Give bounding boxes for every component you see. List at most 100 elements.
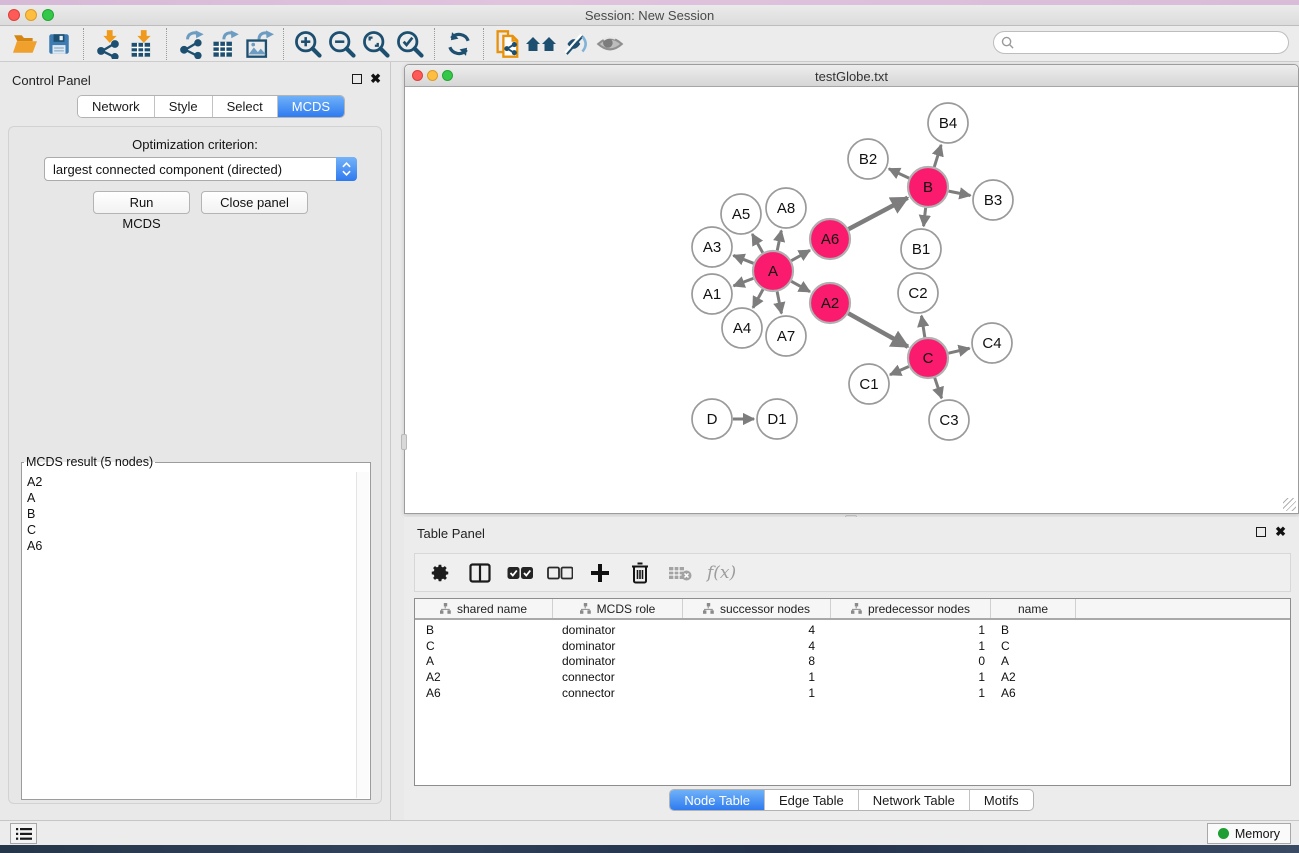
graph-edge-A-A8[interactable] — [777, 231, 781, 251]
network-window-titlebar[interactable]: testGlobe.txt — [405, 65, 1298, 87]
table-row[interactable]: A2connector11A2 — [415, 669, 1290, 685]
graph-node-C[interactable]: C — [908, 338, 948, 378]
search-input[interactable] — [993, 31, 1289, 54]
import-table-icon[interactable] — [125, 29, 159, 59]
graph-node-D1[interactable]: D1 — [757, 399, 797, 439]
tab-network[interactable]: Network — [78, 96, 155, 117]
graph-edge-A-A5[interactable] — [752, 234, 762, 253]
graph-node-C1[interactable]: C1 — [849, 364, 889, 404]
network-graph[interactable]: AA1A2A3A4A5A6A7A8BB1B2B3B4CC1C2C3C4DD1 — [405, 88, 1298, 514]
tab-node-table[interactable]: Node Table — [670, 790, 765, 810]
open-session-icon[interactable] — [8, 29, 42, 59]
mcds-result-item[interactable]: A2 — [27, 474, 352, 490]
export-table-icon[interactable] — [208, 29, 242, 59]
table-cell[interactable]: 1 — [831, 639, 991, 653]
table-cell[interactable]: B — [991, 623, 1076, 637]
tab-mcds[interactable]: MCDS — [278, 96, 344, 117]
mcds-result-item[interactable]: C — [27, 522, 352, 538]
select-all-rows-icon[interactable] — [507, 560, 533, 586]
column-visibility-icon[interactable] — [467, 560, 493, 586]
mcds-result-list[interactable]: A2ABCA6 — [23, 472, 356, 798]
float-panel-icon[interactable] — [352, 74, 362, 84]
graph-edge-A-A2[interactable] — [791, 281, 810, 291]
table-cell[interactable]: C — [415, 639, 553, 653]
table-row[interactable]: Adominator80A — [415, 653, 1290, 669]
tab-motifs[interactable]: Motifs — [970, 790, 1033, 810]
table-cell[interactable]: 1 — [683, 670, 831, 684]
graph-edge-B-B3[interactable] — [949, 191, 971, 195]
table-cell[interactable]: dominator — [553, 623, 683, 637]
graph-edge-C-C1[interactable] — [890, 366, 909, 374]
graph-node-D[interactable]: D — [692, 399, 732, 439]
save-session-icon[interactable] — [42, 29, 76, 59]
zoom-fit-icon[interactable] — [359, 29, 393, 59]
table-cell[interactable]: dominator — [553, 639, 683, 653]
vertical-splitter-handle[interactable] — [401, 434, 407, 450]
graph-node-A7[interactable]: A7 — [766, 316, 806, 356]
clone-network-icon[interactable] — [491, 29, 525, 59]
graph-node-A4[interactable]: A4 — [722, 308, 762, 348]
tab-style[interactable]: Style — [155, 96, 213, 117]
column-header-name[interactable]: name — [991, 599, 1076, 618]
zoom-selected-icon[interactable] — [393, 29, 427, 59]
network-overview-icon[interactable] — [525, 29, 559, 59]
graph-edge-A-A7[interactable] — [777, 292, 781, 314]
graph-node-A5[interactable]: A5 — [721, 194, 761, 234]
close-table-panel-icon[interactable]: ✖ — [1275, 526, 1286, 538]
table-row[interactable]: A6connector11A6 — [415, 685, 1290, 701]
export-image-icon[interactable] — [242, 29, 276, 59]
graph-node-B[interactable]: B — [908, 167, 948, 207]
table-cell[interactable]: connector — [553, 686, 683, 700]
graph-edge-A-A6[interactable] — [791, 250, 810, 260]
graph-edge-B-B1[interactable] — [924, 208, 926, 226]
graph-edge-A-A1[interactable] — [734, 278, 754, 285]
table-cell[interactable]: 0 — [831, 654, 991, 668]
refresh-view-icon[interactable] — [442, 29, 476, 59]
mcds-result-scrollbar[interactable] — [356, 472, 369, 798]
import-network-icon[interactable] — [91, 29, 125, 59]
table-cell[interactable]: connector — [553, 670, 683, 684]
table-cell[interactable]: 4 — [683, 639, 831, 653]
graph-edge-C-C3[interactable] — [935, 378, 942, 398]
column-header-MCDS-role[interactable]: MCDS role — [553, 599, 683, 618]
window-resize-grip[interactable] — [1283, 498, 1296, 511]
graph-node-C2[interactable]: C2 — [898, 273, 938, 313]
graph-edge-A6-B[interactable] — [849, 198, 908, 229]
tab-edge-table[interactable]: Edge Table — [765, 790, 859, 810]
graph-node-B4[interactable]: B4 — [928, 103, 968, 143]
graph-node-C3[interactable]: C3 — [929, 400, 969, 440]
graph-node-A8[interactable]: A8 — [766, 188, 806, 228]
table-cell[interactable]: dominator — [553, 654, 683, 668]
graph-edge-A2-C[interactable] — [848, 313, 908, 346]
float-table-panel-icon[interactable] — [1256, 527, 1266, 537]
table-cell[interactable]: 1 — [831, 686, 991, 700]
memory-button[interactable]: Memory — [1207, 823, 1291, 844]
tab-network-table[interactable]: Network Table — [859, 790, 970, 810]
table-cell[interactable]: 8 — [683, 654, 831, 668]
mcds-result-item[interactable]: A6 — [27, 538, 352, 554]
show-graphics-details-icon[interactable] — [593, 29, 627, 59]
graph-edge-A-A3[interactable] — [733, 255, 753, 263]
mcds-result-item[interactable]: B — [27, 506, 352, 522]
graph-node-A3[interactable]: A3 — [692, 227, 732, 267]
table-cell[interactable]: A2 — [991, 670, 1076, 684]
mcds-result-item[interactable]: A — [27, 490, 352, 506]
graph-edge-C-C2[interactable] — [921, 316, 924, 338]
table-cell[interactable]: A — [991, 654, 1076, 668]
graph-node-A[interactable]: A — [753, 251, 793, 291]
graph-edge-C-C4[interactable] — [948, 348, 969, 353]
table-settings-gear-icon[interactable] — [427, 560, 453, 586]
column-header-shared-name[interactable]: shared name — [415, 599, 553, 618]
zoom-in-icon[interactable] — [291, 29, 325, 59]
graph-node-B2[interactable]: B2 — [848, 139, 888, 179]
hide-graphics-details-icon[interactable] — [559, 29, 593, 59]
task-history-button[interactable] — [10, 823, 37, 844]
function-builder-icon[interactable]: f(x) — [707, 563, 736, 583]
table-row[interactable]: Bdominator41B — [415, 622, 1290, 638]
table-cell[interactable]: C — [991, 639, 1076, 653]
graph-edge-A-A4[interactable] — [753, 289, 763, 307]
table-cell[interactable]: 1 — [683, 686, 831, 700]
close-panel-icon[interactable]: ✖ — [370, 73, 381, 85]
column-header-successor-nodes[interactable]: successor nodes — [683, 599, 831, 618]
table-cell[interactable]: 1 — [831, 623, 991, 637]
